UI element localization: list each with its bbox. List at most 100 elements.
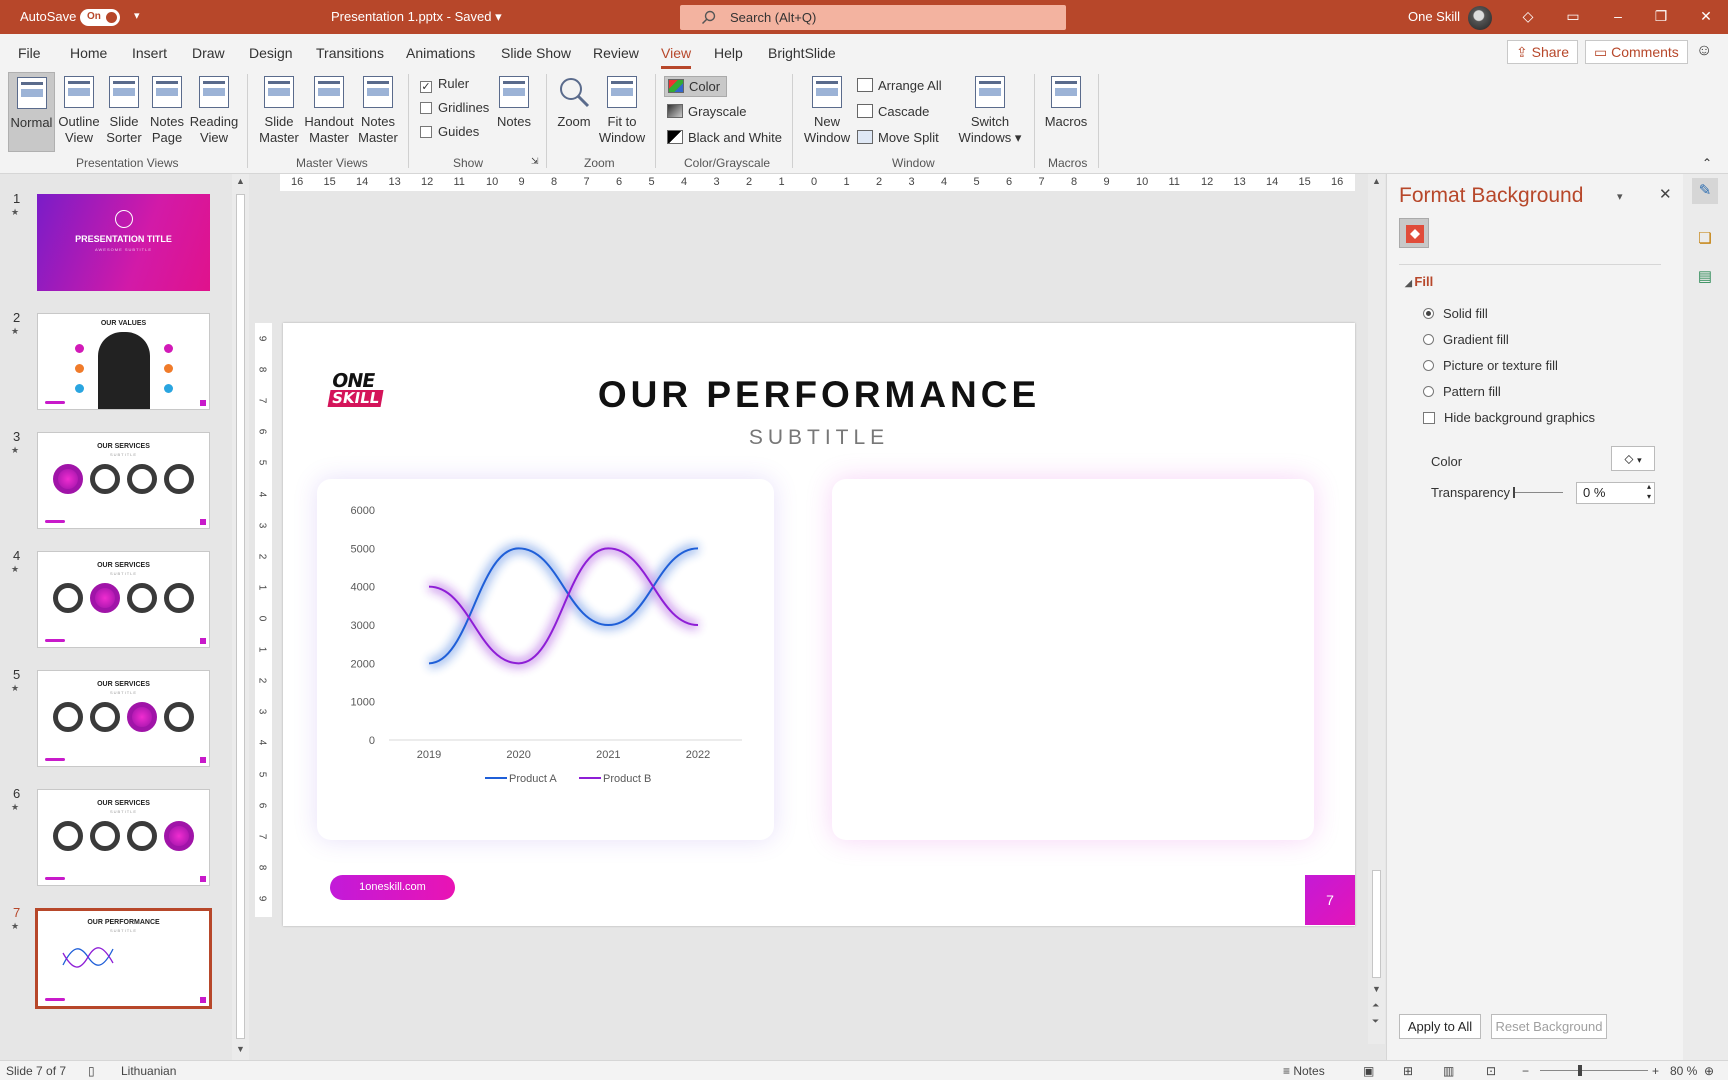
notes-button[interactable]: Notes xyxy=(496,76,532,130)
picture-texture-fill-radio[interactable]: Picture or texture fill xyxy=(1423,358,1558,373)
color-picker-button[interactable]: ⬦ ▾ xyxy=(1611,446,1655,471)
cascade-button[interactable]: Cascade xyxy=(857,104,929,119)
tab-insert[interactable]: Insert xyxy=(132,45,167,61)
apply-to-all-button[interactable]: Apply to All xyxy=(1399,1014,1481,1039)
normal-view-button[interactable]: Normal xyxy=(8,72,55,152)
hide-background-graphics-checkbox[interactable]: Hide background graphics xyxy=(1423,410,1595,425)
slide-thumbnail-4[interactable]: OUR SERVICES SUBTITLE xyxy=(37,551,210,648)
slideshow-icon[interactable]: ⊡ xyxy=(1486,1064,1496,1078)
scroll-down-icon[interactable]: ▼ xyxy=(236,1044,245,1054)
website-pill[interactable]: 1oneskill.com xyxy=(330,875,455,900)
scroll-up-icon[interactable]: ▲ xyxy=(1372,176,1381,186)
normal-view-icon[interactable]: ▣ xyxy=(1363,1064,1374,1078)
arrange-all-button[interactable]: Arrange All xyxy=(857,78,942,93)
scroll-thumb[interactable] xyxy=(236,194,245,1039)
close-pane-icon[interactable]: ✕ xyxy=(1659,185,1672,203)
zoom-out-icon[interactable]: − xyxy=(1522,1064,1529,1078)
outline-view-button[interactable]: Outline View xyxy=(57,76,101,146)
transparency-input[interactable]: 0 % ▴ ▾ xyxy=(1576,482,1655,504)
designer-pane-icon[interactable]: ▤ xyxy=(1692,264,1718,290)
scroll-up-icon[interactable]: ▲ xyxy=(236,176,245,186)
slide-sorter-button[interactable]: Slide Sorter xyxy=(103,76,145,146)
switch-windows-button[interactable]: Switch Windows ▾ xyxy=(957,76,1023,146)
slide-sorter-icon[interactable]: ⊞ xyxy=(1403,1064,1413,1078)
transparency-slider-handle[interactable] xyxy=(1513,487,1515,498)
slide-title[interactable]: OUR PERFORMANCE xyxy=(283,374,1355,416)
black-white-button[interactable]: Black and White xyxy=(667,130,782,145)
shapes-pane-icon[interactable]: ❏ xyxy=(1692,226,1718,252)
diamond-icon[interactable]: ◇ xyxy=(1518,6,1538,26)
avatar[interactable] xyxy=(1468,6,1492,30)
tab-review[interactable]: Review xyxy=(593,45,639,61)
document-title[interactable]: Presentation 1.pptx - Saved ▾ xyxy=(331,9,502,25)
language-indicator[interactable]: Lithuanian xyxy=(121,1064,176,1078)
zoom-level[interactable]: 80 % xyxy=(1670,1064,1697,1078)
slide-thumbnail-6[interactable]: OUR SERVICES SUBTITLE xyxy=(37,789,210,886)
slide-master-button[interactable]: Slide Master xyxy=(256,76,302,146)
notes-page-button[interactable]: Notes Page xyxy=(147,76,187,146)
autosave-toggle[interactable]: On xyxy=(80,9,120,26)
zoom-in-icon[interactable]: + xyxy=(1652,1064,1659,1078)
tab-design[interactable]: Design xyxy=(249,45,293,61)
pattern-fill-radio[interactable]: Pattern fill xyxy=(1423,384,1501,399)
tab-transitions[interactable]: Transitions xyxy=(316,45,384,61)
tab-view[interactable]: View xyxy=(661,45,692,69)
tab-slide-show[interactable]: Slide Show xyxy=(501,45,571,61)
ruler-checkbox[interactable]: ✓ Ruler xyxy=(420,76,469,93)
notes-toggle[interactable]: ≡ Notes xyxy=(1283,1064,1325,1078)
thumbnail-scrollbar[interactable]: ▲ ▼ xyxy=(232,174,249,1060)
slide-counter[interactable]: Slide 7 of 7 xyxy=(6,1064,66,1078)
fit-to-window-button[interactable]: Fit to Window xyxy=(597,76,647,146)
fit-slide-icon[interactable]: ⊕ xyxy=(1704,1064,1714,1078)
share-button[interactable]: ⇪ Share xyxy=(1507,40,1578,64)
slide-subtitle[interactable]: SUBTITLE xyxy=(283,426,1355,450)
reset-background-button[interactable]: Reset Background xyxy=(1491,1014,1607,1039)
slide-thumbnail-1[interactable]: PRESENTATION TITLE AWESOME SUBTITLE xyxy=(37,194,210,291)
close-icon[interactable]: ✕ xyxy=(1696,6,1716,26)
reading-view-button[interactable]: Reading View xyxy=(189,76,239,146)
fill-section-header[interactable]: ◢ Fill xyxy=(1405,274,1433,289)
scroll-thumb[interactable] xyxy=(1372,870,1381,978)
pane-options-chevron-icon[interactable]: ▾ xyxy=(1617,190,1623,203)
spell-check-icon[interactable]: ▯ xyxy=(88,1064,95,1078)
move-split-button[interactable]: Move Split xyxy=(857,130,939,145)
slide-thumbnail-3[interactable]: OUR SERVICES SUBTITLE xyxy=(37,432,210,529)
tab-animations[interactable]: Animations xyxy=(406,45,475,61)
ribbon-display-icon[interactable]: ▭ xyxy=(1563,6,1583,26)
dialog-launcher-icon[interactable]: ⇲ xyxy=(531,156,539,167)
zoom-slider[interactable] xyxy=(1540,1070,1648,1071)
gradient-fill-radio[interactable]: Gradient fill xyxy=(1423,332,1509,347)
new-window-button[interactable]: New Window xyxy=(803,76,851,146)
solid-fill-radio[interactable]: Solid fill xyxy=(1423,306,1488,321)
slide-thumbnail-5[interactable]: OUR SERVICES SUBTITLE xyxy=(37,670,210,767)
feedback-smiley-icon[interactable]: ☺ xyxy=(1696,42,1712,60)
tab-brightslide[interactable]: BrightSlide xyxy=(768,45,836,61)
slide-canvas[interactable]: ONE SKILL OUR PERFORMANCE SUBTITLE 0 1000… xyxy=(283,323,1355,926)
grayscale-button[interactable]: Grayscale xyxy=(667,104,747,119)
user-name[interactable]: One Skill xyxy=(1408,9,1460,24)
slide-thumbnail-2[interactable]: OUR VALUES xyxy=(37,313,210,410)
reading-view-icon[interactable]: ▥ xyxy=(1443,1064,1454,1078)
line-chart[interactable]: 0 1000 2000 3000 4000 5000 6000 2019 2020 2021 202… xyxy=(317,479,774,840)
macros-button[interactable]: Macros xyxy=(1042,76,1090,130)
chart-card[interactable]: 0 1000 2000 3000 4000 5000 6000 2019 2020 2021 202… xyxy=(317,479,774,840)
spinner-icon[interactable]: ▴ ▾ xyxy=(1647,482,1651,502)
tab-draw[interactable]: Draw xyxy=(192,45,225,61)
search-box[interactable]: Search (Alt+Q) xyxy=(680,5,1066,30)
customize-qat-icon[interactable]: ▾ xyxy=(134,9,140,22)
comments-button[interactable]: ▭ Comments xyxy=(1585,40,1688,64)
gridlines-checkbox[interactable]: Gridlines xyxy=(420,100,489,115)
minimize-icon[interactable]: – xyxy=(1608,6,1628,26)
format-background-pane-icon[interactable]: ✎ xyxy=(1692,178,1718,204)
slide-thumbnail-7[interactable]: OUR PERFORMANCE SUBTITLE xyxy=(35,908,212,1009)
scroll-down-icon[interactable]: ▼ xyxy=(1372,984,1381,994)
slide-scrollbar[interactable]: ▲ ▼ ⏶ ⏷ xyxy=(1368,174,1385,1044)
empty-card[interactable] xyxy=(832,479,1314,840)
collapse-ribbon-icon[interactable]: ⌃ xyxy=(1702,156,1712,170)
zoom-slider-handle[interactable] xyxy=(1578,1065,1582,1076)
guides-checkbox[interactable]: Guides xyxy=(420,124,479,139)
tab-file[interactable]: File xyxy=(18,45,41,61)
previous-slide-icon[interactable]: ⏶ xyxy=(1372,1000,1379,1011)
transparency-slider[interactable] xyxy=(1513,492,1563,493)
next-slide-icon[interactable]: ⏷ xyxy=(1372,1016,1379,1027)
